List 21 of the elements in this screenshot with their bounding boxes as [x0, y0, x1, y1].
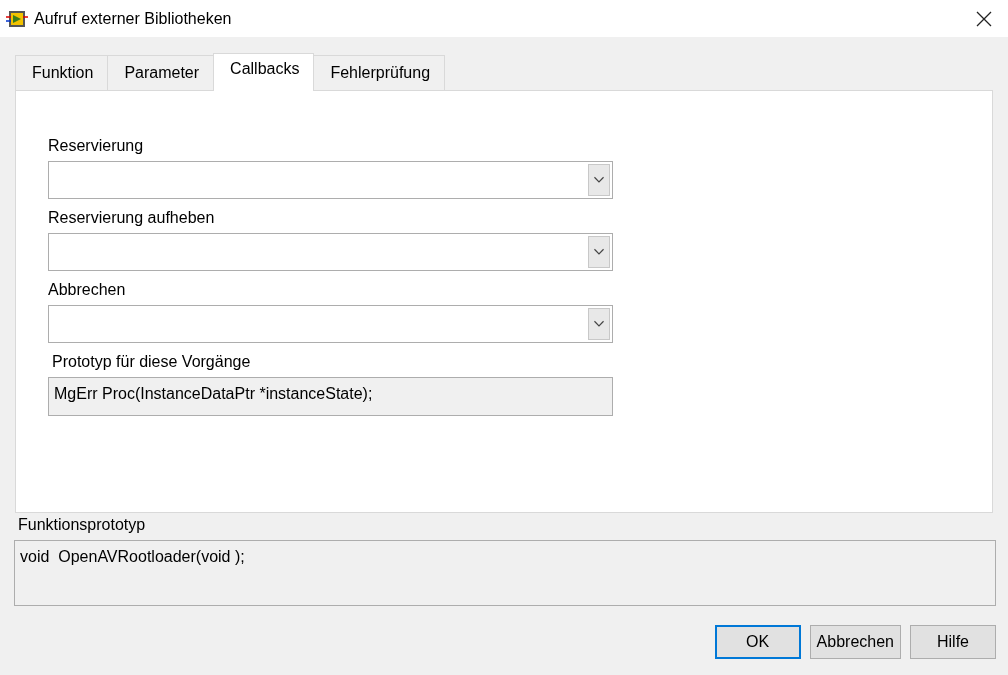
app-icon	[6, 9, 28, 28]
window-title: Aufruf externer Bibliotheken	[34, 9, 233, 28]
chevron-down-icon[interactable]	[588, 164, 610, 196]
tab[interactable]: Funktion	[15, 55, 109, 90]
field-label: Funktionsprototyp	[18, 516, 147, 534]
prototype-field: MgErr Proc(InstanceDataPtr *instanceState);	[48, 377, 613, 416]
dropdown-field[interactable]	[48, 161, 613, 199]
field-label: Prototyp für diese Vorgänge	[52, 353, 252, 371]
dialog-button[interactable]: OK	[714, 625, 801, 659]
dropdown-field[interactable]	[48, 233, 613, 271]
tab[interactable]: Callbacks	[213, 53, 315, 91]
chevron-down-icon[interactable]	[588, 308, 610, 340]
field-label: Reservierung	[48, 137, 145, 155]
field-label: Abbrechen	[48, 281, 127, 299]
dialog-button[interactable]: Hilfe	[910, 625, 996, 659]
dialog-button[interactable]: Abbrechen	[809, 625, 901, 659]
dropdown-field[interactable]	[48, 305, 613, 343]
chevron-down-icon[interactable]	[588, 236, 610, 268]
tab[interactable]: Fehlerprüfung	[313, 55, 446, 90]
field-label: Reservierung aufheben	[48, 209, 216, 227]
function-prototype-field: void OpenAVRootloader(void );	[14, 540, 996, 606]
